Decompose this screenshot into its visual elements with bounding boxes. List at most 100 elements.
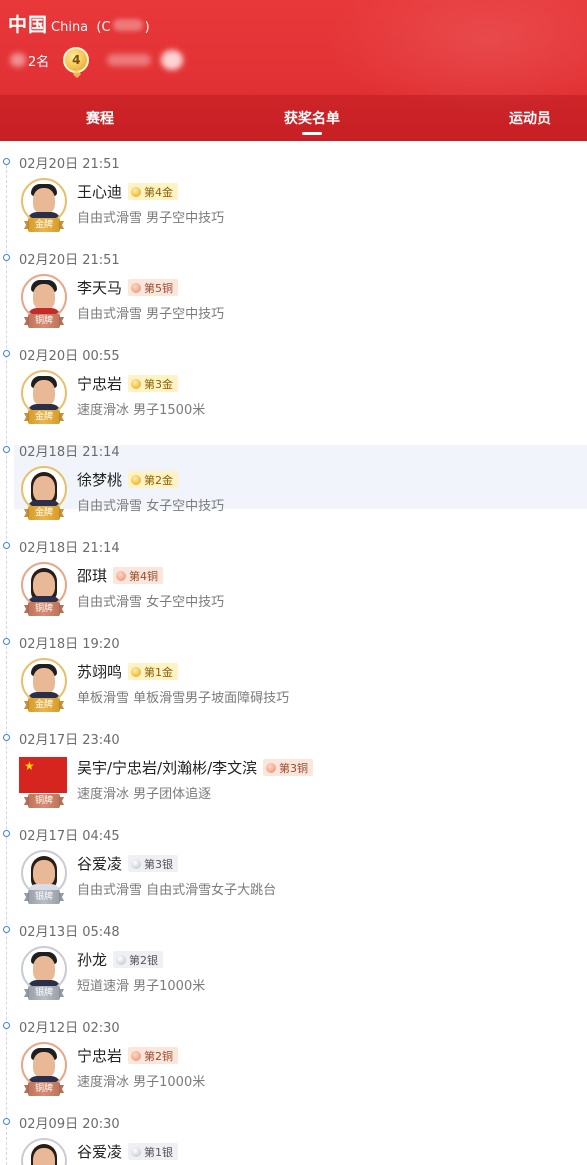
silver-medal-ribbon: 银牌 bbox=[28, 890, 60, 904]
medal-order-label: 第1金 bbox=[144, 665, 173, 679]
athlete-name[interactable]: 宁忠岩 bbox=[77, 373, 122, 394]
medal-entry[interactable]: 02月09日 20:30银牌谷爱凌第1银自由式滑雪 自由式滑雪女子坡面障碍技巧 bbox=[0, 1101, 587, 1165]
medal-entry[interactable]: 02月13日 05:48 银牌 孙龙 第2银 短道速滑 男子1000米 bbox=[0, 909, 587, 1005]
gold-medal-ribbon: 金牌 bbox=[28, 698, 60, 712]
medal-entry[interactable]: 02月18日 19:20 金牌 苏翊鸣 第1金单板滑雪 单板滑雪男子坡面障碍技巧 bbox=[0, 621, 587, 717]
avatar-face bbox=[33, 1052, 55, 1078]
athlete-name[interactable]: 徐梦桃 bbox=[77, 469, 122, 490]
entry-date: 02月09日 20:30 bbox=[19, 1117, 120, 1132]
medal-entry[interactable]: 02月18日 21:14 金牌 徐梦桃 第2金 自由式滑雪 女子空中技巧 bbox=[0, 429, 587, 525]
medal-order-label: 第4金 bbox=[144, 185, 173, 199]
avatar-face bbox=[33, 476, 55, 502]
medal-order-label: 第4铜 bbox=[129, 569, 158, 583]
athlete-name[interactable]: 吴宇/宁忠岩/刘瀚彬/李文滨 bbox=[77, 757, 257, 778]
medal-entry[interactable]: 02月20日 21:51 铜牌 李天马 第5铜 自由式滑雪 男子空中技巧 bbox=[0, 237, 587, 333]
avatar-face bbox=[33, 188, 55, 214]
entry-date: 02月13日 05:48 bbox=[19, 925, 120, 940]
medal-order-label: 第5铜 bbox=[144, 281, 173, 295]
gold-coin-icon bbox=[131, 186, 141, 197]
medal-order-label: 第1银 bbox=[144, 1145, 173, 1159]
tab-bar: 赛程 获奖名单 运动员 bbox=[0, 95, 587, 141]
medal-entry[interactable]: 02月20日 00:55 金牌 宁忠岩 第3金 速度滑冰 男子1500米 bbox=[0, 333, 587, 429]
bronze-medal-ribbon: 铜牌 bbox=[28, 1082, 60, 1096]
timeline-dot bbox=[3, 254, 10, 261]
avatar-face bbox=[33, 860, 55, 886]
medal-order-label: 第3金 bbox=[144, 377, 173, 391]
gold-medal-count: 4 bbox=[63, 47, 90, 73]
gold-medal-ribbon: 金牌 bbox=[28, 410, 60, 424]
event-name: 自由式滑雪 自由式滑雪女子大跳台 bbox=[77, 883, 277, 898]
avatar-face bbox=[33, 956, 55, 982]
tab-athletes[interactable]: 运动员 bbox=[490, 95, 570, 141]
event-name: 速度滑冰 男子团体追逐 bbox=[77, 787, 212, 802]
athlete-name[interactable]: 王心迪 bbox=[77, 181, 122, 202]
gold-medal-ribbon: 金牌 bbox=[28, 506, 60, 520]
bronze-coin-icon bbox=[131, 282, 141, 293]
entry-date: 02月20日 21:51 bbox=[19, 253, 120, 268]
entry-date: 02月12日 02:30 bbox=[19, 1021, 120, 1036]
event-name: 单板滑雪 单板滑雪男子坡面障碍技巧 bbox=[77, 691, 290, 706]
entry-date: 02月18日 19:20 bbox=[19, 637, 120, 652]
silver-coin-icon bbox=[116, 954, 126, 965]
country-name-en: China (C) bbox=[51, 19, 150, 35]
avatar-face bbox=[33, 1148, 55, 1165]
avatar-face bbox=[33, 284, 55, 310]
event-name: 自由式滑雪 女子空中技巧 bbox=[77, 499, 225, 514]
athlete-name[interactable]: 宁忠岩 bbox=[77, 1045, 122, 1066]
entry-date: 02月18日 21:14 bbox=[19, 541, 120, 556]
timeline-dot bbox=[3, 542, 10, 549]
medal-order-badge: 第4金 bbox=[128, 183, 178, 200]
flag-star-icon: ★ bbox=[24, 759, 35, 773]
event-name: 短道速滑 男子1000米 bbox=[77, 979, 206, 994]
avatar-face bbox=[33, 668, 55, 694]
country-name-cn: 中国 bbox=[8, 14, 49, 36]
timeline-dot bbox=[3, 1118, 10, 1125]
medal-order-label: 第3铜 bbox=[279, 761, 308, 775]
athlete-name[interactable]: 邵琪 bbox=[77, 565, 107, 586]
china-flag-icon: ★ bbox=[19, 757, 67, 793]
entry-date: 02月20日 21:51 bbox=[19, 157, 120, 172]
athlete-name[interactable]: 孙龙 bbox=[77, 949, 107, 970]
medal-order-badge: 第4铜 bbox=[113, 567, 163, 584]
tab-schedule[interactable]: 赛程 bbox=[60, 95, 140, 141]
athlete-name[interactable]: 谷爱凌 bbox=[77, 853, 122, 874]
active-tab-indicator bbox=[302, 132, 322, 135]
gold-coin-icon bbox=[131, 474, 141, 485]
bronze-medal-ribbon: 铜牌 bbox=[28, 314, 60, 328]
gold-coin-icon bbox=[131, 378, 141, 389]
medal-entry[interactable]: 02月12日 02:30 铜牌 宁忠岩 第2铜速度滑冰 男子1000米 bbox=[0, 1005, 587, 1101]
athlete-name[interactable]: 苏翊鸣 bbox=[77, 661, 122, 682]
medal-entry[interactable]: 02月17日 04:45 银牌 谷爱凌 第3银 自由式滑雪 自由式滑雪女子大跳台 bbox=[0, 813, 587, 909]
event-name: 自由式滑雪 女子空中技巧 bbox=[77, 595, 225, 610]
timeline-dot bbox=[3, 158, 10, 165]
bronze-medal-ribbon: 铜牌 bbox=[28, 602, 60, 616]
country-name-en-prefix: China (C bbox=[51, 20, 111, 35]
medal-entry[interactable]: 02月20日 21:51 金牌 王心迪 第4金 自由式滑雪 男子空中技巧 bbox=[0, 141, 587, 237]
medal-entry[interactable]: 02月18日 21:14 铜牌 邵琪 第4铜自由式滑雪 女子空中技巧 bbox=[0, 525, 587, 621]
rank-text: 2名 bbox=[28, 54, 50, 70]
medal-order-badge: 第1金 bbox=[128, 663, 178, 680]
athlete-name[interactable]: 谷爱凌 bbox=[77, 1141, 122, 1162]
event-name: 速度滑冰 男子1500米 bbox=[77, 403, 206, 418]
athlete-avatar[interactable] bbox=[21, 1138, 67, 1165]
bronze-medal-ribbon: 铜牌 bbox=[28, 794, 60, 808]
medal-order-badge: 第3银 bbox=[128, 855, 178, 872]
athlete-name[interactable]: 李天马 bbox=[77, 277, 122, 298]
entry-date: 02月17日 23:40 bbox=[19, 733, 120, 748]
timeline-dot bbox=[3, 638, 10, 645]
avatar-face bbox=[33, 572, 55, 598]
medal-order-badge: 第3铜 bbox=[263, 759, 313, 776]
redacted-text bbox=[112, 19, 143, 31]
medal-order-badge: 第1银 bbox=[128, 1143, 178, 1160]
medal-order-label: 第2铜 bbox=[144, 1049, 173, 1063]
bronze-coin-icon bbox=[131, 1050, 141, 1061]
country-name-en-suffix: ) bbox=[144, 20, 150, 35]
timeline-dot bbox=[3, 734, 10, 741]
bronze-coin-icon bbox=[116, 570, 126, 581]
silver-coin-icon bbox=[131, 858, 141, 869]
gold-coin-icon bbox=[131, 666, 141, 677]
medal-entry[interactable]: 02月17日 23:40 ★ 铜牌 吴宇/宁忠岩/刘瀚彬/李文滨 第3铜速度滑冰 男子团… bbox=[0, 717, 587, 813]
event-name: 速度滑冰 男子1000米 bbox=[77, 1075, 206, 1090]
silver-coin-icon bbox=[131, 1146, 141, 1157]
redacted-rank-icon bbox=[10, 53, 26, 67]
